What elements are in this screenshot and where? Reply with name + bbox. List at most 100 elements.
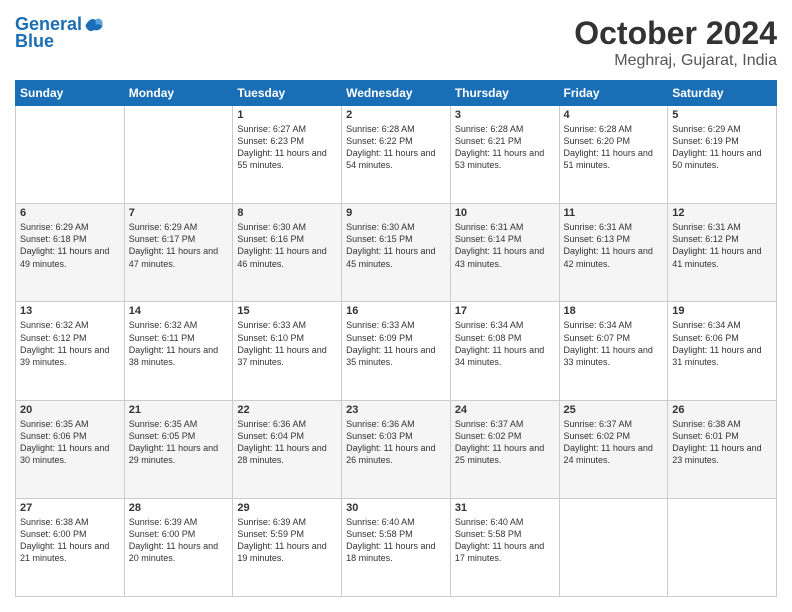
- day-number: 11: [564, 207, 664, 219]
- day-info: Sunrise: 6:29 AM Sunset: 6:17 PM Dayligh…: [129, 221, 229, 270]
- calendar-cell: 25 Sunrise: 6:37 AM Sunset: 6:02 PM Dayli…: [559, 400, 668, 498]
- day-info: Sunrise: 6:35 AM Sunset: 6:05 PM Dayligh…: [129, 418, 229, 467]
- page: General Blue October 2024 Meghraj, Gujar…: [0, 0, 792, 612]
- day-number: 12: [672, 207, 772, 219]
- col-monday: Monday: [124, 81, 233, 106]
- calendar-cell: 6 Sunrise: 6:29 AM Sunset: 6:18 PM Daylig…: [16, 204, 125, 302]
- day-info: Sunrise: 6:32 AM Sunset: 6:11 PM Dayligh…: [129, 319, 229, 368]
- day-info: Sunrise: 6:37 AM Sunset: 6:02 PM Dayligh…: [455, 418, 555, 467]
- day-number: 7: [129, 207, 229, 219]
- day-number: 19: [672, 305, 772, 317]
- day-info: Sunrise: 6:31 AM Sunset: 6:12 PM Dayligh…: [672, 221, 772, 270]
- day-info: Sunrise: 6:30 AM Sunset: 6:15 PM Dayligh…: [346, 221, 446, 270]
- calendar-cell: [559, 498, 668, 596]
- calendar-cell: 29Sunrise: 6:39 AM Sunset: 5:59 PM Dayli…: [233, 498, 342, 596]
- day-info: Sunrise: 6:34 AM Sunset: 6:06 PM Dayligh…: [672, 319, 772, 368]
- calendar-cell: 18 Sunrise: 6:34 AM Sunset: 6:07 PM Dayli…: [559, 302, 668, 400]
- calendar-title: October 2024: [574, 15, 777, 52]
- day-number: 9: [346, 207, 446, 219]
- col-wednesday: Wednesday: [342, 81, 451, 106]
- calendar-cell: 10Sunrise: 6:31 AM Sunset: 6:14 PM Dayli…: [450, 204, 559, 302]
- col-thursday: Thursday: [450, 81, 559, 106]
- day-info: Sunrise: 6:28 AM Sunset: 6:21 PM Dayligh…: [455, 123, 555, 172]
- day-info: Sunrise: 6:34 AM Sunset: 6:07 PM Dayligh…: [564, 319, 664, 368]
- day-number: 16: [346, 305, 446, 317]
- day-number: 25: [564, 404, 664, 416]
- day-info: Sunrise: 6:33 AM Sunset: 6:09 PM Dayligh…: [346, 319, 446, 368]
- day-number: 10: [455, 207, 555, 219]
- day-number: 24: [455, 404, 555, 416]
- day-number: 8: [237, 207, 337, 219]
- day-info: Sunrise: 6:29 AM Sunset: 6:18 PM Dayligh…: [20, 221, 120, 270]
- logo-icon: [84, 15, 104, 35]
- col-tuesday: Tuesday: [233, 81, 342, 106]
- calendar-cell: 20Sunrise: 6:35 AM Sunset: 6:06 PM Dayli…: [16, 400, 125, 498]
- calendar-week-0: 1Sunrise: 6:27 AM Sunset: 6:23 PM Daylig…: [16, 106, 777, 204]
- day-info: Sunrise: 6:36 AM Sunset: 6:04 PM Dayligh…: [237, 418, 337, 467]
- calendar-cell: 4Sunrise: 6:28 AM Sunset: 6:20 PM Daylig…: [559, 106, 668, 204]
- calendar-cell: 14 Sunrise: 6:32 AM Sunset: 6:11 PM Dayli…: [124, 302, 233, 400]
- calendar-cell: 19 Sunrise: 6:34 AM Sunset: 6:06 PM Dayli…: [668, 302, 777, 400]
- day-info: Sunrise: 6:33 AM Sunset: 6:10 PM Dayligh…: [237, 319, 337, 368]
- day-number: 5: [672, 109, 772, 121]
- day-number: 14: [129, 305, 229, 317]
- calendar-cell: 2 Sunrise: 6:28 AM Sunset: 6:22 PM Daylig…: [342, 106, 451, 204]
- day-number: 28: [129, 502, 229, 514]
- calendar-week-2: 13 Sunrise: 6:32 AM Sunset: 6:12 PM Dayli…: [16, 302, 777, 400]
- calendar-week-4: 27 Sunrise: 6:38 AM Sunset: 6:00 PM Dayli…: [16, 498, 777, 596]
- day-info: Sunrise: 6:35 AM Sunset: 6:06 PM Dayligh…: [20, 418, 120, 467]
- day-info: Sunrise: 6:34 AM Sunset: 6:08 PM Dayligh…: [455, 319, 555, 368]
- calendar-cell: 23 Sunrise: 6:36 AM Sunset: 6:03 PM Dayli…: [342, 400, 451, 498]
- day-number: 18: [564, 305, 664, 317]
- title-block: October 2024 Meghraj, Gujarat, India: [574, 15, 777, 70]
- col-sunday: Sunday: [16, 81, 125, 106]
- day-info: Sunrise: 6:38 AM Sunset: 6:00 PM Dayligh…: [20, 516, 120, 565]
- day-number: 27: [20, 502, 120, 514]
- day-number: 2: [346, 109, 446, 121]
- calendar-week-1: 6 Sunrise: 6:29 AM Sunset: 6:18 PM Daylig…: [16, 204, 777, 302]
- day-info: Sunrise: 6:40 AM Sunset: 5:58 PM Dayligh…: [455, 516, 555, 565]
- day-number: 21: [129, 404, 229, 416]
- calendar-cell: 9 Sunrise: 6:30 AM Sunset: 6:15 PM Daylig…: [342, 204, 451, 302]
- day-number: 6: [20, 207, 120, 219]
- calendar-cell: 27 Sunrise: 6:38 AM Sunset: 6:00 PM Dayli…: [16, 498, 125, 596]
- calendar-cell: 21 Sunrise: 6:35 AM Sunset: 6:05 PM Dayli…: [124, 400, 233, 498]
- col-saturday: Saturday: [668, 81, 777, 106]
- calendar-cell: 31Sunrise: 6:40 AM Sunset: 5:58 PM Dayli…: [450, 498, 559, 596]
- day-info: Sunrise: 6:27 AM Sunset: 6:23 PM Dayligh…: [237, 123, 337, 172]
- logo: General Blue: [15, 15, 104, 52]
- calendar-week-3: 20Sunrise: 6:35 AM Sunset: 6:06 PM Dayli…: [16, 400, 777, 498]
- calendar-cell: 12 Sunrise: 6:31 AM Sunset: 6:12 PM Dayli…: [668, 204, 777, 302]
- calendar-cell: 8Sunrise: 6:30 AM Sunset: 6:16 PM Daylig…: [233, 204, 342, 302]
- day-number: 15: [237, 305, 337, 317]
- calendar-cell: 30 Sunrise: 6:40 AM Sunset: 5:58 PM Dayli…: [342, 498, 451, 596]
- calendar-table: Sunday Monday Tuesday Wednesday Thursday…: [15, 80, 777, 597]
- header: General Blue October 2024 Meghraj, Gujar…: [15, 15, 777, 70]
- calendar-cell: 15 Sunrise: 6:33 AM Sunset: 6:10 PM Dayli…: [233, 302, 342, 400]
- day-info: Sunrise: 6:36 AM Sunset: 6:03 PM Dayligh…: [346, 418, 446, 467]
- calendar-cell: [16, 106, 125, 204]
- day-info: Sunrise: 6:39 AM Sunset: 6:00 PM Dayligh…: [129, 516, 229, 565]
- calendar-cell: [668, 498, 777, 596]
- calendar-cell: 22 Sunrise: 6:36 AM Sunset: 6:04 PM Dayli…: [233, 400, 342, 498]
- day-info: Sunrise: 6:40 AM Sunset: 5:58 PM Dayligh…: [346, 516, 446, 565]
- day-info: Sunrise: 6:28 AM Sunset: 6:22 PM Dayligh…: [346, 123, 446, 172]
- day-info: Sunrise: 6:38 AM Sunset: 6:01 PM Dayligh…: [672, 418, 772, 467]
- calendar-cell: 11Sunrise: 6:31 AM Sunset: 6:13 PM Dayli…: [559, 204, 668, 302]
- calendar-subtitle: Meghraj, Gujarat, India: [574, 52, 777, 70]
- calendar-header-row: Sunday Monday Tuesday Wednesday Thursday…: [16, 81, 777, 106]
- calendar-cell: 28 Sunrise: 6:39 AM Sunset: 6:00 PM Dayli…: [124, 498, 233, 596]
- calendar-cell: 5Sunrise: 6:29 AM Sunset: 6:19 PM Daylig…: [668, 106, 777, 204]
- day-number: 23: [346, 404, 446, 416]
- day-number: 13: [20, 305, 120, 317]
- day-number: 3: [455, 109, 555, 121]
- day-number: 22: [237, 404, 337, 416]
- day-info: Sunrise: 6:32 AM Sunset: 6:12 PM Dayligh…: [20, 319, 120, 368]
- calendar-cell: 17 Sunrise: 6:34 AM Sunset: 6:08 PM Dayli…: [450, 302, 559, 400]
- day-info: Sunrise: 6:37 AM Sunset: 6:02 PM Dayligh…: [564, 418, 664, 467]
- day-number: 29: [237, 502, 337, 514]
- calendar-cell: 1Sunrise: 6:27 AM Sunset: 6:23 PM Daylig…: [233, 106, 342, 204]
- day-number: 17: [455, 305, 555, 317]
- day-number: 30: [346, 502, 446, 514]
- day-number: 26: [672, 404, 772, 416]
